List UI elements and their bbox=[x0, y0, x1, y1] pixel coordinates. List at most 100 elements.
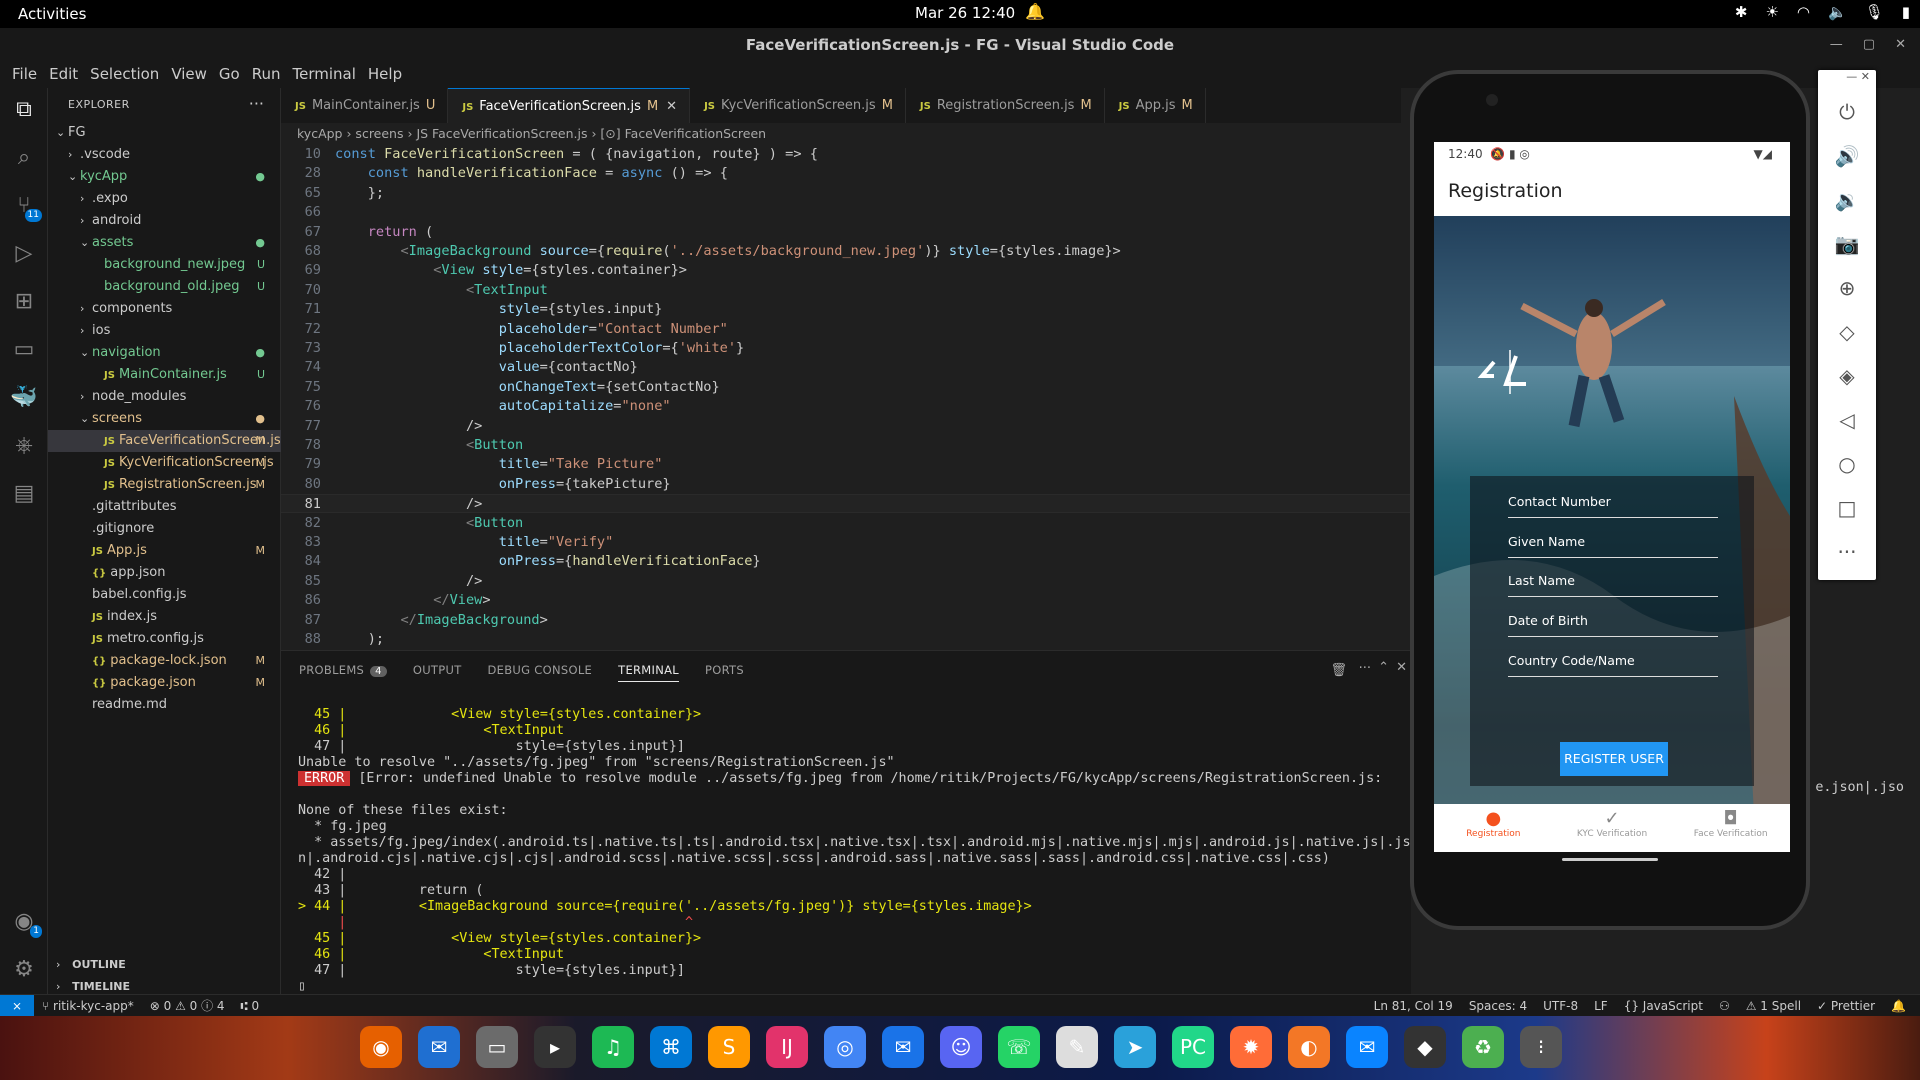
grid-icon[interactable]: ⁝ bbox=[1520, 1026, 1562, 1068]
code-line[interactable]: 72 placeholder="Contact Number" bbox=[281, 320, 1411, 339]
code-line[interactable]: 65 }; bbox=[281, 184, 1411, 203]
tree-item[interactable]: {} app.json bbox=[48, 562, 281, 584]
code-line[interactable]: 28 const handleVerificationFace = async … bbox=[281, 164, 1411, 183]
volume-up-icon[interactable]: 🔊 bbox=[1818, 144, 1876, 168]
code-line[interactable]: 73 placeholderTextColor={'white'} bbox=[281, 339, 1411, 358]
code-line[interactable]: 69 <View style={styles.container}> bbox=[281, 261, 1411, 280]
spell-status[interactable]: ⚠ 1 Spell bbox=[1746, 995, 1801, 1017]
zoom-icon[interactable]: ⊕ bbox=[1818, 276, 1876, 300]
code-line[interactable]: 10 const FaceVerificationScreen = ( {navi… bbox=[281, 145, 1411, 164]
minimize-icon[interactable]: — bbox=[1830, 28, 1843, 62]
clock[interactable]: Mar 26 12:40 bbox=[915, 4, 1015, 22]
code-line[interactable]: 80 onPress={takePicture} bbox=[281, 475, 1411, 494]
panel-more-icon[interactable]: ··· bbox=[1359, 661, 1371, 676]
maximize-icon[interactable]: ▢ bbox=[1863, 28, 1875, 62]
close-icon[interactable]: ✕ bbox=[1895, 28, 1906, 62]
code-line[interactable]: 70 <TextInput bbox=[281, 281, 1411, 300]
code-line[interactable]: 86 </View> bbox=[281, 591, 1411, 610]
code-line[interactable]: 85 /> bbox=[281, 572, 1411, 591]
db-icon[interactable]: ◆ bbox=[1404, 1026, 1446, 1068]
trash-icon[interactable]: 🗑 bbox=[1330, 663, 1347, 678]
tree-item[interactable]: JS App.js M bbox=[48, 540, 281, 562]
vscode-icon[interactable]: ⌘ bbox=[650, 1026, 692, 1068]
code-line[interactable]: 82 <Button bbox=[281, 514, 1411, 533]
volume-icon[interactable]: 🔈 bbox=[1828, 3, 1847, 21]
tree-item[interactable]: JS metro.config.js bbox=[48, 628, 281, 650]
tree-item[interactable]: ⌄ FG bbox=[48, 122, 281, 144]
activities-button[interactable]: Activities bbox=[18, 5, 86, 23]
menu-selection[interactable]: Selection bbox=[84, 62, 165, 88]
tree-item[interactable]: › components bbox=[48, 298, 281, 320]
country-code-input[interactable]: Country Code/Name bbox=[1508, 653, 1718, 677]
tree-item[interactable]: .gitattributes bbox=[48, 496, 281, 518]
contact-number-input[interactable]: Contact Number bbox=[1508, 494, 1718, 518]
tree-item[interactable]: JS KycVerificationScreen.js M bbox=[48, 452, 281, 474]
back-icon[interactable]: ◁ bbox=[1818, 408, 1876, 432]
close-tab-icon[interactable]: ✕ bbox=[666, 99, 677, 114]
menu-go[interactable]: Go bbox=[213, 62, 246, 88]
last-name-input[interactable]: Last Name bbox=[1508, 573, 1718, 597]
code-line[interactable]: 78 <Button bbox=[281, 436, 1411, 455]
date-of-birth-input[interactable]: Date of Birth bbox=[1508, 613, 1718, 637]
encoding[interactable]: UTF-8 bbox=[1543, 995, 1578, 1017]
spotify-icon[interactable]: ♫ bbox=[592, 1026, 634, 1068]
menu-view[interactable]: View bbox=[165, 62, 213, 88]
menu-edit[interactable]: Edit bbox=[43, 62, 84, 88]
tree-item[interactable]: › ios bbox=[48, 320, 281, 342]
menu-run[interactable]: Run bbox=[246, 62, 287, 88]
thunderbird-icon[interactable]: ✉ bbox=[418, 1026, 460, 1068]
mail-icon[interactable]: ✉ bbox=[882, 1026, 924, 1068]
code-line[interactable]: 71 style={styles.input} bbox=[281, 300, 1411, 319]
cursor-position[interactable]: Ln 81, Col 19 bbox=[1374, 995, 1453, 1017]
terminal-icon[interactable]: ▸ bbox=[534, 1026, 576, 1068]
more-options-icon[interactable]: ··· bbox=[1818, 540, 1876, 564]
nav-registration[interactable]: ● Registration bbox=[1434, 804, 1553, 852]
code-line[interactable]: 68 <ImageBackground source={require('../… bbox=[281, 242, 1411, 261]
branch-status[interactable]: ⑂ ritik-kyc-app* bbox=[42, 995, 134, 1017]
firefox-icon[interactable]: ◉ bbox=[360, 1026, 402, 1068]
volume-down-icon[interactable]: 🔉 bbox=[1818, 188, 1876, 212]
panel-tab[interactable]: DEBUG CONSOLE bbox=[488, 663, 593, 682]
postman-icon[interactable]: ✹ bbox=[1230, 1026, 1272, 1068]
editor-icon[interactable]: ✎ bbox=[1056, 1026, 1098, 1068]
menu-help[interactable]: Help bbox=[362, 62, 408, 88]
problems-status[interactable]: ⊗ 0 ⚠ 0 ⓘ 4 bbox=[150, 995, 225, 1017]
nav-kyc[interactable]: ✓ KYC Verification bbox=[1553, 804, 1672, 852]
breadcrumb[interactable]: kycApp › screens › JS FaceVerificationSc… bbox=[281, 123, 1401, 145]
emulator-screen[interactable]: 12:40 🔕 ▮ ◎ ▼◢ Registration Contact Numbe… bbox=[1434, 142, 1790, 852]
menu-terminal[interactable]: Terminal bbox=[287, 62, 362, 88]
rotate-left-icon[interactable]: ◇ bbox=[1818, 320, 1876, 344]
editor-tab[interactable]: JS App.js M bbox=[1105, 88, 1206, 123]
tree-item[interactable]: {} package.json M bbox=[48, 672, 281, 694]
panel-tab[interactable]: PROBLEMS 4 bbox=[299, 663, 387, 682]
code-line[interactable]: 67 return ( bbox=[281, 223, 1411, 242]
accounts-icon[interactable]: ◉ 1 bbox=[10, 908, 42, 938]
overview-icon[interactable]: □ bbox=[1818, 496, 1876, 520]
tree-item[interactable]: › node_modules bbox=[48, 386, 281, 408]
close-panel-icon[interactable]: ✕ bbox=[1396, 660, 1407, 675]
notifications-icon[interactable]: 🔔 bbox=[1891, 995, 1906, 1017]
code-line[interactable]: 66 bbox=[281, 203, 1411, 222]
code-line[interactable]: 88 ); bbox=[281, 630, 1411, 649]
extensions-icon[interactable]: ⊞ bbox=[10, 288, 38, 316]
editor-tab[interactable]: JS RegistrationScreen.js M bbox=[906, 88, 1105, 123]
home-icon[interactable]: ○ bbox=[1818, 452, 1876, 476]
search-icon[interactable]: ⌕ bbox=[10, 144, 38, 172]
settings-gear-icon[interactable]: ⚙ bbox=[10, 956, 38, 984]
maximize-panel-icon[interactable]: ⌃ bbox=[1378, 660, 1389, 675]
files-icon[interactable]: ▭ bbox=[476, 1026, 518, 1068]
screenshot-icon[interactable]: 📷 bbox=[1818, 232, 1876, 256]
tree-item[interactable]: background_new.jpeg U bbox=[48, 254, 281, 276]
given-name-input[interactable]: Given Name bbox=[1508, 534, 1718, 558]
tree-item[interactable]: background_old.jpeg U bbox=[48, 276, 281, 298]
system-tray[interactable]: ✱ ☀ ◠ 🔈 🎙 ▮ bbox=[1735, 3, 1910, 21]
explorer-icon[interactable]: ⧉ bbox=[10, 96, 38, 124]
telegram-icon[interactable]: ➤ bbox=[1114, 1026, 1156, 1068]
battery-icon[interactable]: ▮ bbox=[1902, 3, 1910, 21]
code-line[interactable]: 76 autoCapitalize="none" bbox=[281, 397, 1411, 416]
tree-item[interactable]: JS FaceVerificationScreen.js M bbox=[48, 430, 281, 452]
code-line[interactable]: 79 title="Take Picture" bbox=[281, 455, 1411, 474]
panel-tab[interactable]: PORTS bbox=[705, 663, 744, 682]
copilot-icon[interactable]: ⚇ bbox=[1719, 995, 1730, 1017]
outline-section[interactable]: › OUTLINE bbox=[48, 954, 281, 976]
